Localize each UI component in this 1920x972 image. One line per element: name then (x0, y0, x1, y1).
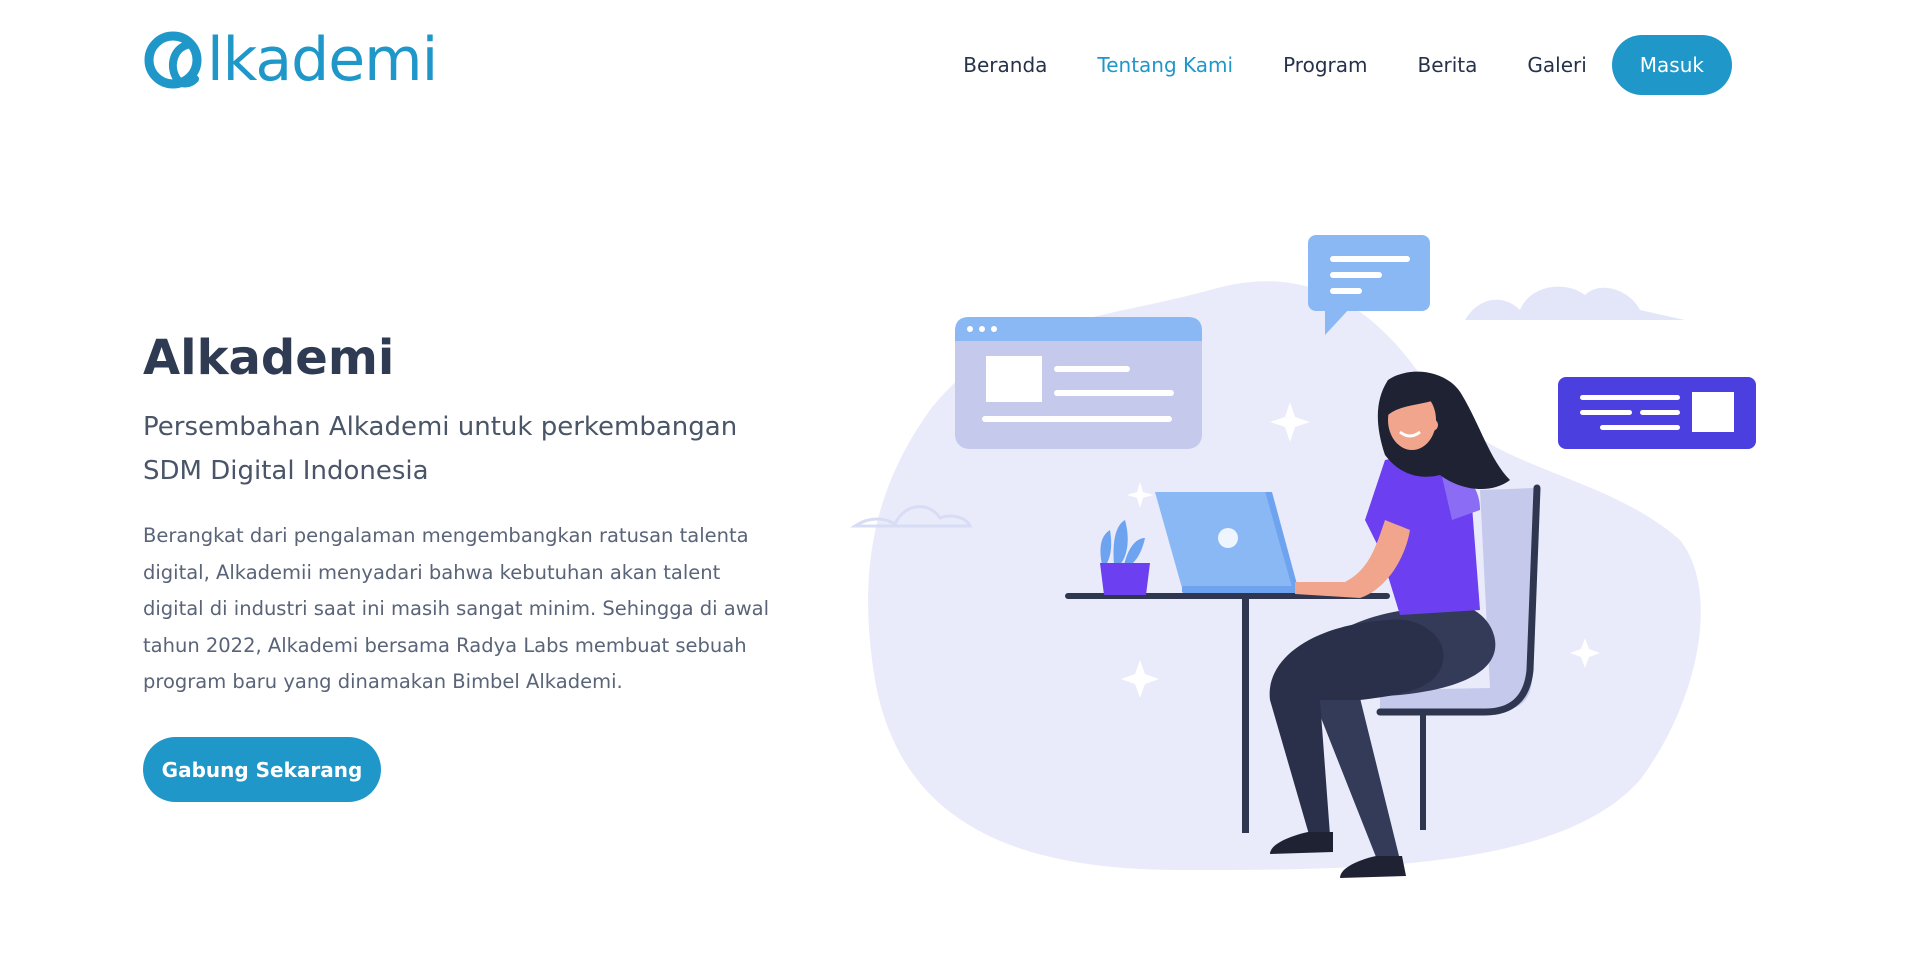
alkademi-logo[interactable]: lkademi (143, 25, 438, 95)
purple-card (1558, 377, 1756, 449)
main-nav: Beranda Tentang Kami Program Berita Gale… (963, 35, 1732, 95)
login-button[interactable]: Masuk (1611, 35, 1732, 95)
nav-berita[interactable]: Berita (1417, 35, 1477, 95)
nav-tentang-kami[interactable]: Tentang Kami (1097, 35, 1233, 95)
hero-title: Alkademi (143, 330, 395, 386)
join-now-button[interactable]: Gabung Sekarang (143, 737, 381, 802)
cloud-top-right (1465, 286, 1685, 320)
hero-illustration (850, 235, 1756, 878)
nav-galeri[interactable]: Galeri (1527, 35, 1586, 95)
browser-card (955, 317, 1202, 449)
hero-subtitle: Persembahan Alkademi untuk perkembangan … (143, 412, 738, 486)
nav-program[interactable]: Program (1283, 35, 1367, 95)
hero-description: Berangkat dari pengalaman mengembangkan … (143, 524, 770, 693)
alkademi-logo-icon (144, 31, 202, 89)
site-header: lkademi Beranda Tentang Kami Program Ber… (0, 0, 1920, 130)
logo-text: lkademi (207, 25, 438, 95)
nav-beranda[interactable]: Beranda (963, 35, 1047, 95)
landing-page: lkademi Beranda Tentang Kami Program Ber… (0, 0, 1920, 972)
